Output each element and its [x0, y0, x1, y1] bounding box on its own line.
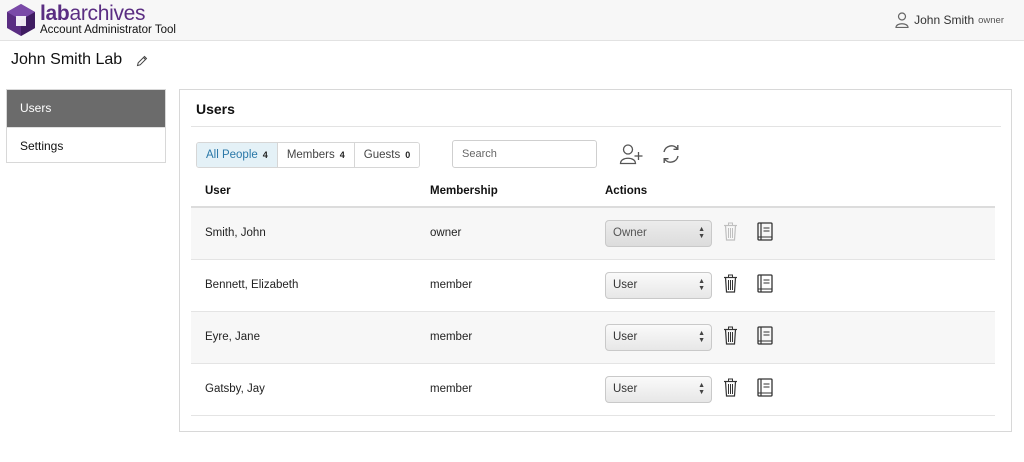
tab-members[interactable]: Members 4 — [276, 143, 354, 167]
notebook-icon[interactable] — [756, 378, 774, 397]
role-select-value: User — [613, 279, 638, 291]
notebook-icon[interactable] — [756, 274, 774, 293]
labarchives-logo-icon[interactable] — [5, 3, 37, 37]
users-panel: Users All People 4 Members 4 Guests 0 Us… — [179, 89, 1012, 432]
select-arrows-icon: ▲ ▼ — [698, 382, 705, 396]
table-row: Gatsby, Jay member User ▲ ▼ — [191, 364, 995, 416]
column-header-actions: Actions — [605, 185, 648, 197]
select-arrows-icon: ▲ ▼ — [698, 330, 705, 344]
role-select-value: User — [613, 383, 638, 395]
panel-title: Users — [196, 101, 235, 117]
select-arrows-icon: ▲ ▼ — [698, 278, 705, 292]
tab-label: All People — [206, 149, 258, 161]
sidebar-item-settings[interactable]: Settings — [7, 127, 165, 164]
tab-label: Members — [286, 149, 335, 161]
table-header: User Membership Actions — [191, 178, 995, 208]
user-name-cell: Smith, John — [205, 227, 266, 239]
people-filter-tabs: All People 4 Members 4 Guests 0 — [196, 142, 421, 168]
user-menu[interactable]: John Smith owner — [895, 12, 1004, 28]
trash-icon[interactable] — [723, 326, 738, 345]
table-row: Smith, John owner Owner ▲ ▼ — [191, 208, 995, 260]
user-name-cell: Eyre, Jane — [205, 331, 260, 343]
membership-cell: member — [430, 279, 473, 291]
user-icon — [895, 12, 909, 28]
select-arrows-icon: ▲ ▼ — [698, 226, 705, 240]
trash-icon[interactable] — [723, 378, 738, 397]
membership-cell: member — [430, 383, 473, 395]
brand-name[interactable]: labarchives — [40, 2, 146, 26]
refresh-icon[interactable] — [660, 143, 682, 165]
pencil-icon[interactable] — [136, 55, 148, 67]
user-name: John Smith — [914, 13, 975, 27]
tab-count: 0 — [405, 150, 411, 160]
column-header-membership[interactable]: Membership — [430, 185, 498, 197]
role-select-value: Owner — [613, 227, 647, 239]
tab-label: Guests — [363, 149, 401, 161]
column-header-user[interactable]: User — [205, 185, 231, 197]
notebook-icon[interactable] — [756, 222, 774, 241]
top-bar: labarchives Account Administrator Tool J… — [0, 0, 1024, 41]
tab-all-people[interactable]: All People 4 — [197, 143, 277, 167]
role-select[interactable]: User ▲ ▼ — [605, 272, 712, 299]
trash-icon — [724, 222, 737, 241]
trash-icon[interactable] — [723, 274, 738, 293]
user-name-cell: Bennett, Elizabeth — [205, 279, 299, 291]
table-row: Eyre, Jane member User ▲ ▼ — [191, 312, 995, 364]
search-input[interactable] — [452, 140, 597, 168]
tab-count: 4 — [339, 150, 345, 160]
table-row: Bennett, Elizabeth member User ▲ ▼ — [191, 260, 995, 312]
user-name-cell: Gatsby, Jay — [205, 383, 265, 395]
sidebar-item-users[interactable]: Users — [7, 90, 165, 127]
tab-count: 4 — [262, 150, 268, 160]
membership-cell: member — [430, 331, 473, 343]
app-subtitle: Account Administrator Tool — [40, 24, 176, 36]
notebook-icon[interactable] — [756, 326, 774, 345]
role-select[interactable]: User ▲ ▼ — [605, 376, 712, 403]
role-select[interactable]: Owner ▲ ▼ — [605, 220, 712, 247]
divider — [191, 126, 1001, 127]
add-user-icon[interactable] — [619, 143, 643, 165]
user-role: owner — [978, 14, 1004, 26]
lab-title: John Smith Lab — [11, 51, 123, 68]
role-select-value: User — [613, 331, 638, 343]
membership-cell: owner — [430, 227, 462, 239]
role-select[interactable]: User ▲ ▼ — [605, 324, 712, 351]
sidebar: Users Settings — [6, 89, 166, 163]
tab-guests[interactable]: Guests 0 — [353, 143, 420, 167]
